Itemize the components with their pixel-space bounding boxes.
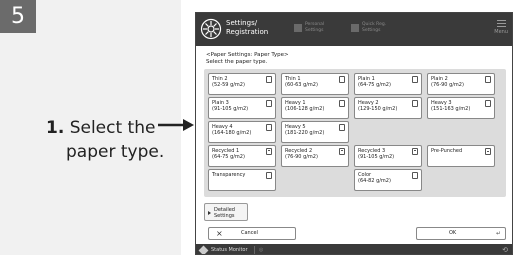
recycled-paper-icon — [266, 148, 272, 155]
paper-type-tile[interactable]: Transparency — [208, 169, 276, 191]
rotate-screen-icon[interactable]: ⟲ — [502, 244, 508, 254]
recycled-paper-icon — [339, 148, 345, 155]
status-monitor-icon[interactable] — [198, 245, 209, 254]
paper-icon — [266, 76, 272, 83]
stop-icon[interactable]: ◎ — [259, 244, 263, 254]
personal-settings-icon — [294, 24, 302, 32]
quick-reg-icon — [351, 24, 359, 32]
paper-type-tile[interactable]: Heavy 3 (151-163 g/m2) — [427, 97, 495, 119]
paper-type-tile[interactable]: Heavy 4 (164-180 g/m2) — [208, 121, 276, 143]
pointer-arrow-icon — [158, 119, 194, 131]
paper-type-tile[interactable]: Recycled 2 (76-90 g/m2) — [281, 145, 349, 167]
paper-type-tile[interactable]: Thin 1 (60-63 g/m2) — [281, 73, 349, 95]
paper-type-tile[interactable]: Heavy 1 (106-128 g/m2) — [281, 97, 349, 119]
close-icon: × — [216, 229, 223, 238]
paper-type-tile[interactable]: Heavy 2 (129-150 g/m2) — [354, 97, 422, 119]
menu-button[interactable]: Menu — [494, 20, 508, 35]
cancel-button[interactable]: × Cancel — [208, 227, 296, 240]
page-heading: <Paper Settings: Paper Type> Select the … — [206, 52, 289, 65]
paper-type-panel: Thin 2 (52-59 g/m2) Thin 1 (60-63 g/m2) Plai… — [204, 69, 506, 197]
tab-personal-settings[interactable]: Personal Settings — [294, 22, 324, 34]
device-screen: Settings/ Registration Personal Settings … — [195, 12, 513, 255]
paper-icon — [339, 100, 345, 107]
paper-icon — [412, 100, 418, 107]
detailed-settings-button[interactable]: Detailed Settings — [204, 203, 248, 221]
status-monitor-button[interactable]: Status Monitor — [211, 244, 248, 254]
paper-icon — [485, 76, 491, 83]
paper-icon — [339, 124, 345, 131]
settings-registration-title[interactable]: Settings/ Registration — [226, 19, 268, 37]
transparency-icon — [266, 172, 272, 179]
paper-type-tile[interactable]: Pre-Punched — [427, 145, 495, 167]
expand-triangle-icon — [208, 211, 211, 215]
hamburger-icon — [494, 20, 508, 27]
paper-icon — [266, 100, 272, 107]
recycled-paper-icon — [412, 148, 418, 155]
paper-type-tile[interactable]: Plain 3 (91-105 g/m2) — [208, 97, 276, 119]
paper-icon — [485, 100, 491, 107]
paper-icon — [412, 172, 418, 179]
status-bar: Status Monitor ◎ ⟲ — [196, 244, 512, 254]
instruction-number: 1. — [46, 118, 65, 138]
enter-icon: ↵ — [495, 230, 501, 237]
paper-icon — [412, 76, 418, 83]
top-bar: Settings/ Registration Personal Settings … — [196, 13, 512, 46]
paper-type-tile[interactable]: Color (64-82 g/m2) — [354, 169, 422, 191]
step-number-badge: 5 — [0, 0, 36, 33]
punched-paper-icon — [485, 148, 491, 155]
paper-type-tile[interactable]: Heavy 5 (181-220 g/m2) — [281, 121, 349, 143]
paper-icon — [339, 76, 345, 83]
paper-type-tile[interactable]: Plain 1 (64-75 g/m2) — [354, 73, 422, 95]
instruction-line-2: paper type. — [66, 142, 165, 162]
paper-type-tile[interactable]: Plain 2 (76-90 g/m2) — [427, 73, 495, 95]
paper-type-tile[interactable]: Recycled 3 (91-105 g/m2) — [354, 145, 422, 167]
paper-type-tile[interactable]: Recycled 1 (64-75 g/m2) — [208, 145, 276, 167]
tab-quick-reg-settings[interactable]: Quick Reg. Settings — [351, 22, 386, 34]
ok-button[interactable]: OK ↵ — [416, 227, 506, 240]
settings-registration-icon[interactable] — [200, 18, 222, 40]
paper-type-tile[interactable]: Thin 2 (52-59 g/m2) — [208, 73, 276, 95]
paper-icon — [266, 124, 272, 131]
divider — [254, 246, 255, 254]
instruction-line-1: Select the — [69, 118, 156, 138]
